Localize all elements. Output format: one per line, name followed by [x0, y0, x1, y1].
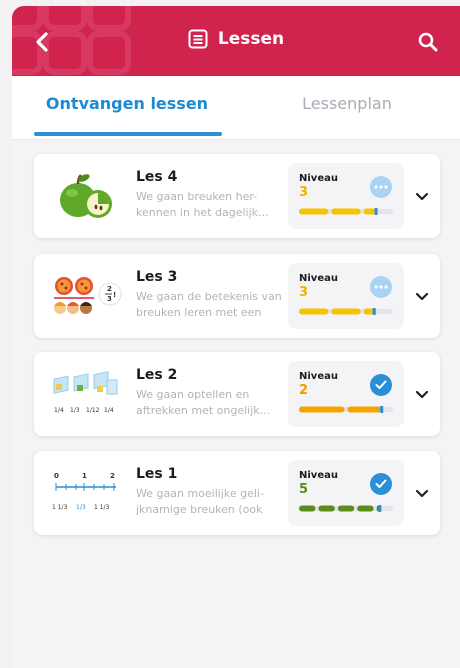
lesson-title: Les 4 [136, 169, 178, 185]
svg-text:1/4: 1/4 [54, 407, 64, 414]
progress-segment [363, 208, 377, 215]
level-number: 5 [299, 482, 309, 497]
in-progress-icon [370, 276, 392, 298]
level-box: Niveau 3 [288, 163, 404, 229]
lesson-description: We gaan moeilijke geli- jknamige breuken… [136, 487, 264, 516]
svg-text:1 1/3: 1 1/3 [52, 504, 68, 511]
svg-text:1 1/3: 1 1/3 [94, 504, 110, 511]
lesson-card[interactable]: 2 3 ! Les 3 We gaan de betekenis van bre… [34, 254, 440, 338]
svg-text:2: 2 [107, 285, 112, 293]
progress-segment [299, 208, 329, 215]
svg-text:!: ! [113, 291, 116, 299]
progress-segment [357, 505, 374, 512]
tab-bar: Ontvangen lessen Lessenplan [12, 76, 460, 140]
progress-segment [331, 308, 361, 315]
lesson-title: Les 2 [136, 367, 178, 383]
svg-text:1: 1 [82, 472, 87, 480]
level-box: Niveau 2 [288, 361, 404, 427]
lesson-card[interactable]: 1/4 1/3 1/12 1/4 Les 2 We gaan optellen … [34, 352, 440, 436]
search-icon [418, 32, 438, 52]
app-frame: Lessen Ontvangen lessen Lessenplan Les 4… [12, 6, 460, 668]
page-title: Lessen [12, 29, 460, 49]
level-progress-bar [299, 406, 393, 413]
progress-segment [337, 505, 355, 512]
progress-segment [299, 308, 329, 315]
search-button[interactable] [416, 30, 440, 54]
svg-text:1/3: 1/3 [70, 407, 80, 414]
pizza-fraction-icon: 2 3 ! [54, 277, 122, 314]
svg-text:0: 0 [54, 472, 59, 480]
number-line-icon: 0 1 2 1 1/3 1/3 1 1/3 [52, 472, 116, 511]
chevron-down-icon[interactable] [414, 386, 430, 402]
tab-received-lessons[interactable]: Ontvangen lessen [32, 94, 222, 124]
chevron-down-icon[interactable] [414, 288, 430, 304]
progress-segment [363, 308, 375, 315]
svg-text:2: 2 [110, 472, 115, 480]
apple-icon [60, 174, 112, 218]
progress-marker [374, 208, 378, 215]
progress-marker [378, 505, 382, 512]
level-progress-bar [299, 208, 393, 215]
progress-segment [299, 406, 345, 413]
lesson-description: We gaan de betekenis van breuken leren m… [136, 290, 282, 319]
header-bar: Lessen [12, 6, 460, 76]
in-progress-icon [370, 176, 392, 198]
tab-lesson-plan[interactable]: Lessenplan [252, 94, 442, 124]
check-icon [370, 374, 392, 396]
page-title-text: Lessen [217, 29, 285, 49]
level-number: 3 [299, 185, 309, 200]
progress-segment [331, 208, 361, 215]
chevron-down-icon[interactable] [414, 188, 430, 204]
lesson-title: Les 3 [136, 269, 178, 285]
chevron-down-icon[interactable] [414, 485, 430, 501]
progress-segment [299, 505, 316, 512]
level-number: 3 [299, 285, 309, 300]
svg-text:3: 3 [107, 295, 112, 303]
level-label: Niveau [299, 371, 338, 382]
progress-segment [318, 505, 335, 512]
svg-text:1/4: 1/4 [104, 407, 114, 414]
progress-marker [380, 406, 384, 413]
progress-marker [372, 308, 376, 315]
lesson-card[interactable]: 0 1 2 1 1/3 1/3 1 1/3 Les 1 We gaan moei… [34, 451, 440, 535]
list-icon [188, 29, 208, 49]
svg-text:1/12: 1/12 [86, 407, 100, 414]
lesson-card[interactable]: Les 4 We gaan breuken her- kennen in het… [34, 154, 440, 238]
level-progress-bar [299, 505, 393, 512]
fraction-squares-icon: 1/4 1/3 1/12 1/4 [53, 371, 118, 414]
level-box: Niveau 3 [288, 263, 404, 329]
level-label: Niveau [299, 273, 338, 284]
level-progress-bar [299, 308, 393, 315]
svg-text:1/3: 1/3 [76, 504, 86, 511]
lesson-description: We gaan optellen en aftrekken met ongeli… [136, 388, 271, 417]
level-label: Niveau [299, 173, 338, 184]
level-number: 2 [299, 383, 309, 398]
lesson-description: We gaan breuken her- kennen in het dagel… [136, 190, 269, 219]
check-icon [370, 473, 392, 495]
progress-segment [347, 406, 382, 413]
active-tab-indicator [34, 132, 222, 136]
lesson-title: Les 1 [136, 466, 178, 482]
level-label: Niveau [299, 470, 338, 481]
level-box: Niveau 5 [288, 460, 404, 526]
